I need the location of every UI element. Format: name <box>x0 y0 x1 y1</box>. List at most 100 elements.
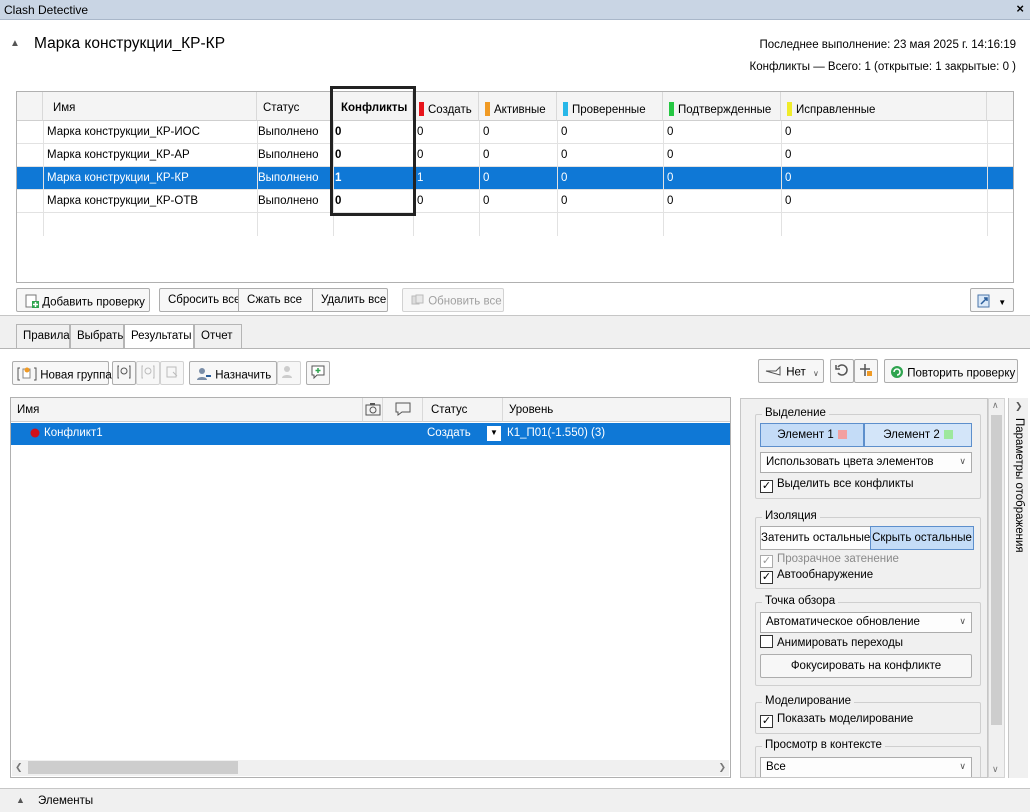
delete-all-button[interactable]: Удалить все <box>312 288 388 312</box>
item2-toggle[interactable]: Элемент 2 <box>864 423 972 447</box>
transparent-dimming-checkbox[interactable]: ✓ Прозрачное затенение <box>760 553 899 568</box>
simulation-label: Моделирование <box>762 695 855 707</box>
filter-icon <box>765 365 783 380</box>
viewpoint-label: Точка обзора <box>762 595 839 607</box>
add-test-button[interactable]: Добавить проверку <box>16 288 150 312</box>
tab-results[interactable]: Результаты <box>124 324 194 350</box>
item1-toggle[interactable]: Элемент 1 <box>760 423 864 447</box>
new-group-button[interactable]: Новая группа <box>12 361 112 385</box>
context-label: Просмотр в контексте <box>762 739 885 751</box>
tests-header-active[interactable]: Активные <box>479 92 557 121</box>
test-cell-approved: 0 <box>667 195 674 207</box>
status-swatch-new <box>419 102 424 116</box>
expand-chevron-icon[interactable]: ▲ <box>16 795 25 805</box>
tests-header-resolved-label: Исправленные <box>796 104 876 116</box>
scroll-right-icon[interactable]: ❯ <box>718 762 726 773</box>
rerun-test-button[interactable]: Повторить проверку <box>884 359 1018 383</box>
checkbox-checked-icon: ✓ <box>760 715 773 728</box>
hide-other-button[interactable]: Скрыть остальные <box>870 526 974 550</box>
panel-vertical-scrollbar[interactable]: ∧ ∨ <box>988 398 1005 778</box>
animate-transitions-checkbox[interactable]: Анимировать переходы <box>760 635 903 649</box>
dim-other-button[interactable]: Затенить остальные <box>760 526 871 550</box>
results-header-name[interactable]: Имя <box>11 398 363 422</box>
status-swatch-reviewed <box>563 102 568 116</box>
import-export-button[interactable]: ▼ <box>970 288 1014 312</box>
tab-report[interactable]: Отчет <box>194 324 242 348</box>
test-cell-status: Выполнено <box>258 195 319 207</box>
test-cell-name: Марка конструкции_КР-ИОС <box>47 126 200 138</box>
clear-group-button[interactable] <box>136 361 160 385</box>
reset-button[interactable] <box>830 359 854 383</box>
clash-row[interactable]: Конфликт1 Создать ▼ К1_П01(-1.550) (3) <box>11 423 730 445</box>
panel-scroll-thumb[interactable] <box>991 415 1002 725</box>
status-swatch-resolved <box>787 102 792 116</box>
chevron-right-icon[interactable]: ❯ <box>1015 401 1023 412</box>
animate-transitions-label: Анимировать переходы <box>777 637 904 649</box>
test-row[interactable]: Марка конструкции_КР-ОТВ Выполнено 0 0 0 0 0 0 <box>17 190 1013 213</box>
collapse-chevron-icon[interactable]: ▲ <box>10 38 20 49</box>
highlight-mode-combo[interactable]: Использовать цвета элементов ∨ <box>760 452 972 473</box>
show-simulation-checkbox[interactable]: ✓ Показать моделирование <box>760 713 913 728</box>
scroll-down-icon[interactable]: ∨ <box>992 764 999 775</box>
display-settings-side-tab[interactable]: ❯ Параметры отображения <box>1008 398 1028 778</box>
items-panel-header[interactable]: ▲ Элементы <box>0 788 1030 812</box>
assign-button[interactable]: Назначить <box>189 361 277 385</box>
assign-user-icon <box>196 367 212 384</box>
explode-group-button[interactable] <box>160 361 184 385</box>
unassign-button[interactable] <box>277 361 301 385</box>
tests-header-resolved[interactable]: Исправленные <box>781 92 987 121</box>
checkbox-unchecked-icon <box>760 635 773 648</box>
isolation-label: Изоляция <box>762 510 820 522</box>
tests-header-approved[interactable]: Подтвержденные <box>663 92 781 121</box>
tests-header-new[interactable]: Создать <box>413 92 479 121</box>
simulation-group: Моделирование ✓ Показать моделирование <box>755 695 981 734</box>
tab-select[interactable]: Выбрать <box>70 324 124 348</box>
horizontal-scrollbar[interactable]: ❮ ❯ <box>12 760 729 776</box>
test-cell-new: 0 <box>417 195 424 207</box>
add-comment-button[interactable] <box>306 361 330 385</box>
unassign-user-icon <box>282 365 296 382</box>
clash-status-dot <box>30 428 40 441</box>
tests-header-status[interactable]: Статус <box>257 92 333 121</box>
test-row[interactable]: Марка конструкции_КР-КР Выполнено 1 1 0 0 0 0 <box>17 167 1013 190</box>
test-cell-reviewed: 0 <box>561 126 568 138</box>
scroll-up-icon[interactable]: ∧ <box>992 400 999 411</box>
results-header-level[interactable]: Уровень <box>503 398 730 422</box>
group-selected-button[interactable] <box>112 361 136 385</box>
viewpoint-mode-combo[interactable]: Автоматическое обновление ∨ <box>760 612 972 633</box>
update-all-button[interactable]: Обновить все <box>402 288 504 312</box>
test-cell-status: Выполнено <box>258 126 319 138</box>
context-mode-combo[interactable]: Все ∨ <box>760 757 972 777</box>
results-header-status[interactable]: Статус <box>423 398 503 422</box>
viewpoint-group: Точка обзора Автоматическое обновление ∨ … <box>755 595 981 686</box>
status-swatch-active <box>485 102 490 116</box>
clash-status-value[interactable]: Создать <box>427 427 471 439</box>
select-elements-button[interactable] <box>854 359 878 383</box>
scroll-left-icon[interactable]: ❮ <box>15 762 23 773</box>
tab-rules[interactable]: Правила <box>16 324 70 348</box>
focus-on-clash-button[interactable]: Фокусировать на конфликте <box>760 654 972 678</box>
clashes-column-highlight <box>330 86 416 216</box>
test-row[interactable]: Марка конструкции_КР-АР Выполнено 0 0 0 0 0 0 <box>17 144 1013 167</box>
tests-header-reviewed[interactable]: Проверенные <box>557 92 663 121</box>
reset-all-button[interactable]: Сбросить все <box>159 288 240 312</box>
test-cell-name: Марка конструкции_КР-АР <box>47 149 190 161</box>
close-icon[interactable]: × <box>1016 1 1024 16</box>
test-row[interactable]: Марка конструкции_КР-ИОС Выполнено 0 0 0 0 0 0 <box>17 121 1013 144</box>
tests-header-name[interactable]: Имя <box>43 92 257 121</box>
highlight-all-checkbox[interactable]: ✓ Выделить все конфликты <box>760 478 914 493</box>
filter-by-selection-dropdown[interactable]: Нет ∨ <box>758 359 824 383</box>
test-cell-new: 0 <box>417 126 424 138</box>
status-dropdown-arrow-icon[interactable]: ▼ <box>487 426 501 441</box>
results-header-comments[interactable] <box>383 398 423 422</box>
results-header-viewpoint[interactable] <box>363 398 383 422</box>
update-all-label: Обновить все <box>428 295 502 308</box>
compact-all-button[interactable]: Сжать все <box>238 288 313 312</box>
scroll-thumb[interactable] <box>28 761 238 774</box>
rerun-test-label: Повторить проверку <box>907 367 1016 380</box>
import-export-icon <box>977 294 993 311</box>
test-cell-reviewed: 0 <box>561 195 568 207</box>
chevron-down-icon: ∨ <box>959 761 966 771</box>
elements-select-icon <box>859 363 873 380</box>
auto-reveal-checkbox[interactable]: ✓ Автообнаружение <box>760 569 873 584</box>
